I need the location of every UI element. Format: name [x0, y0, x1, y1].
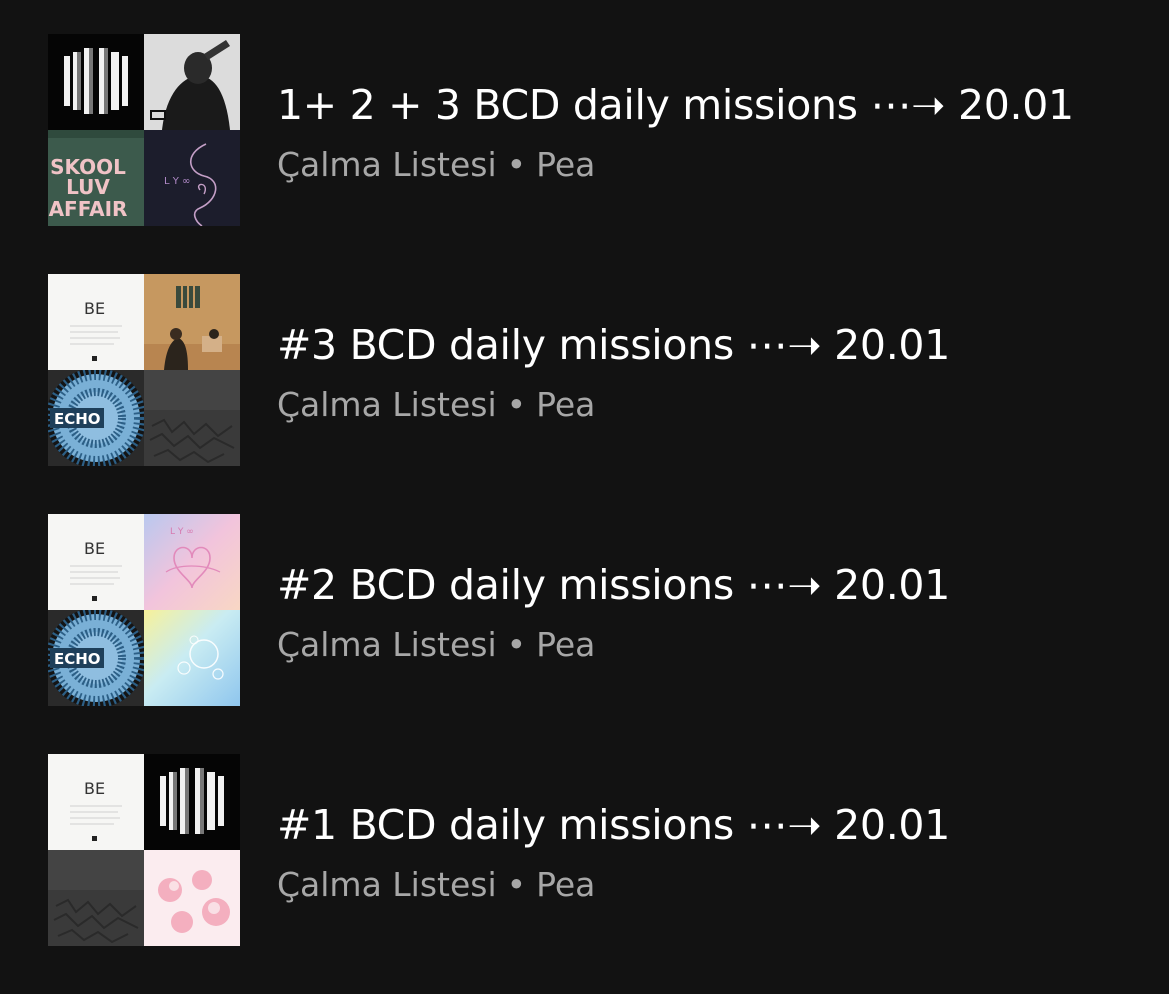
be-album-art: BE [48, 514, 144, 610]
playlist-owner: Pea [536, 385, 596, 424]
separator-dot: • [506, 145, 527, 184]
echo-disc-art: ECHO [48, 610, 144, 706]
playlist-owner: Pea [536, 625, 596, 664]
lys-her-dark-art: L Y ∞ [144, 130, 240, 226]
playlist-title: #1 BCD daily missions ⋯➝ 20.01 [277, 801, 951, 849]
playlist-cover-mosaic: SKOOL LUV AFFAIR L Y ∞ [48, 34, 240, 226]
be-text: BE [84, 779, 105, 798]
playlist-owner: Pea [536, 145, 596, 184]
separator-dot: • [506, 385, 527, 424]
playlist-type: Çalma Listesi [277, 625, 497, 664]
playlist-subtitle: Çalma Listesi • Pea [277, 865, 595, 905]
separator-dot: • [506, 625, 527, 664]
playlist-owner: Pea [536, 865, 596, 904]
skool-line-2: LUV [66, 175, 110, 199]
echo-disc-art: ECHO [48, 370, 144, 466]
playlist-title: 1+ 2 + 3 BCD daily missions ⋯➝ 20.01 [277, 81, 1074, 129]
playlist-cover-mosaic: BE [48, 274, 240, 466]
playlist-row-1[interactable]: SKOOL LUV AFFAIR L Y ∞ 1+ 2 + 3 BCD dail… [48, 34, 1148, 226]
playlist-subtitle: Çalma Listesi • Pea [277, 625, 595, 665]
bubble-art [144, 610, 240, 706]
separator-dot: • [506, 865, 527, 904]
lys-text: L Y ∞ [164, 176, 190, 187]
playlist-list: SKOOL LUV AFFAIR L Y ∞ 1+ 2 + 3 BCD dail… [48, 34, 1148, 994]
playlist-title: #2 BCD daily missions ⋯➝ 20.01 [277, 561, 951, 609]
be-album-art: BE [48, 754, 144, 850]
skool-line-3: AFFAIR [49, 197, 128, 221]
playlist-subtitle: Çalma Listesi • Pea [277, 145, 595, 185]
be-album-art: BE [48, 274, 144, 370]
playlist-type: Çalma Listesi [277, 385, 497, 424]
proof-logo-art [48, 34, 144, 130]
playlist-type: Çalma Listesi [277, 145, 497, 184]
lys-text: L Y ∞ [170, 527, 194, 537]
playlist-row-3[interactable]: BE L Y ∞ ECHO #2 BCD daily missions ⋯➝ 2… [48, 514, 1148, 706]
grey-texture-art [144, 370, 240, 466]
playlist-cover-mosaic: BE [48, 514, 240, 706]
playlist-cover-mosaic: BE [48, 754, 240, 946]
playlist-subtitle: Çalma Listesi • Pea [277, 385, 595, 425]
playlist-type: Çalma Listesi [277, 865, 497, 904]
playlist-title: #3 BCD daily missions ⋯➝ 20.01 [277, 321, 951, 369]
dark-portrait-art [144, 34, 240, 130]
skool-luv-affair-art: SKOOL LUV AFFAIR [48, 130, 144, 226]
playlist-row-4[interactable]: BE #1 BCD daily missions ⋯➝ 20.01 Çalma … [48, 754, 1148, 946]
playlist-row-2[interactable]: BE ECHO #3 BCD daily missions ⋯➝ 20.01 Ç… [48, 274, 1148, 466]
hyyh-pink-art [144, 850, 240, 946]
grey-texture-art [48, 850, 144, 946]
echo-text: ECHO [54, 410, 101, 428]
echo-text: ECHO [54, 650, 101, 668]
proof-logo-art [144, 754, 240, 850]
lys-pastel-art: L Y ∞ [144, 514, 240, 610]
room-photo-art [144, 274, 240, 370]
be-text: BE [84, 299, 105, 318]
be-text: BE [84, 539, 105, 558]
